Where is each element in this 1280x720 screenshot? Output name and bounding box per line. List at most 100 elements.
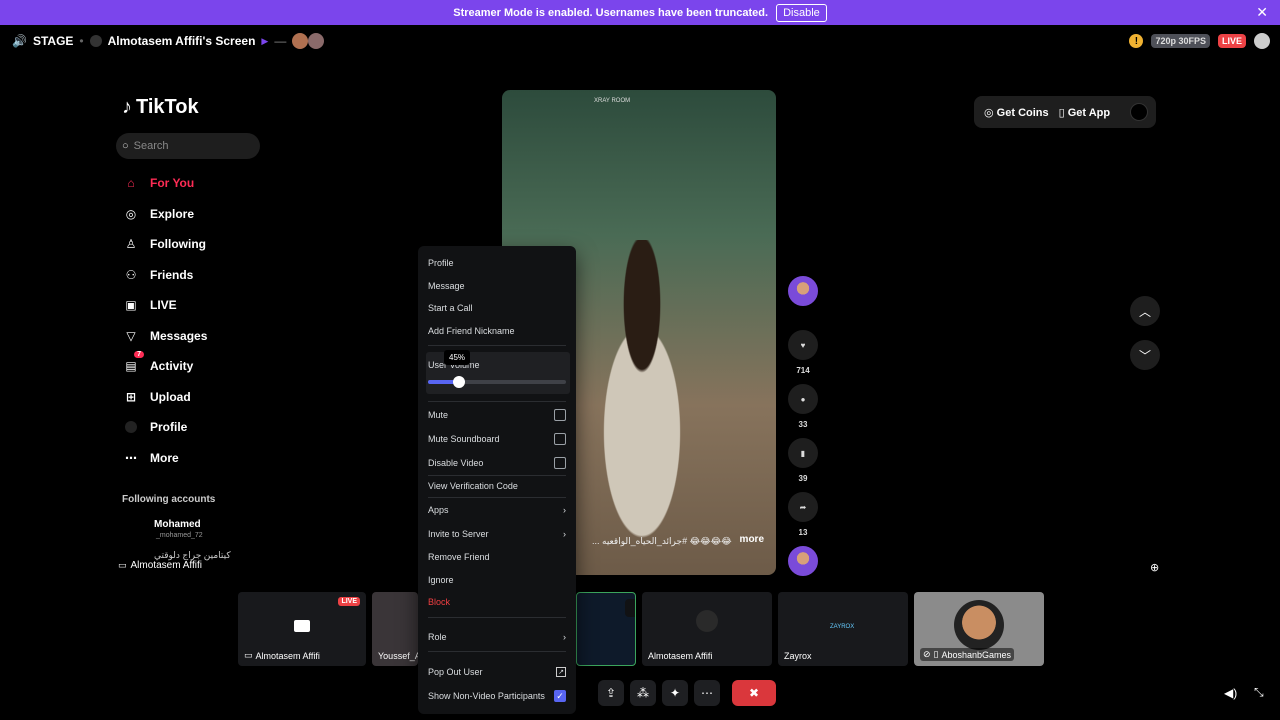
participant-name: Zayrox xyxy=(784,651,812,661)
volume-slider-handle[interactable] xyxy=(453,376,466,388)
banner-message: Streamer Mode is enabled. Usernames have… xyxy=(453,6,769,19)
menu-item-verification-code[interactable]: View Verification Code xyxy=(428,477,566,495)
participant-tile[interactable]: ⊘ ▯ AboshanbGames xyxy=(914,592,1044,666)
close-icon[interactable]: ✕ xyxy=(1256,4,1268,21)
user-follow-icon: ♙ xyxy=(125,237,137,251)
chat-icon[interactable] xyxy=(1254,33,1270,49)
share-button[interactable]: ➦ 13 xyxy=(788,492,818,537)
exit-fullscreen-icon[interactable]: ⤡ xyxy=(1254,685,1264,700)
more-dots-icon: ⋯ xyxy=(701,686,713,700)
avatar[interactable] xyxy=(292,33,309,49)
leave-call-button[interactable]: ✖ xyxy=(732,680,776,706)
save-button[interactable]: ▮ 39 xyxy=(788,438,818,483)
participant-label: ▭ Almotasem Affifi xyxy=(244,650,320,661)
nav-for-you[interactable]: ⌂ For You xyxy=(122,172,282,194)
nav-live[interactable]: ▣ LIVE xyxy=(122,294,282,316)
comment-button[interactable]: ● 33 xyxy=(788,384,818,429)
nav-friends[interactable]: ⚇ Friends xyxy=(122,264,282,286)
participant-tile[interactable]: ⌄ ⚇ xyxy=(576,592,636,666)
nav-explore[interactable]: ◎ Explore xyxy=(122,203,282,225)
stream-quality-badge: 720p 30FPS xyxy=(1151,34,1210,48)
get-coins-button[interactable]: ◎ Get Coins xyxy=(984,106,1049,119)
menu-item-invite-to-server[interactable]: Invite to Server › xyxy=(428,525,566,543)
live-tv-icon: ▣ xyxy=(125,298,137,312)
warning-icon[interactable]: ! xyxy=(1129,34,1144,48)
tiktok-logo[interactable]: ♪ TikTok xyxy=(122,96,199,119)
chevron-up-icon: ︿ xyxy=(1138,304,1151,319)
menu-item-remove-friend[interactable]: Remove Friend xyxy=(428,548,566,566)
nav-messages[interactable]: ▽ Messages xyxy=(122,325,282,347)
menu-item-mute-soundboard[interactable]: Mute Soundboard xyxy=(428,430,566,448)
creator-avatar[interactable] xyxy=(788,276,818,306)
participant-tile[interactable]: Youssef_A xyxy=(372,592,418,666)
menu-item-ignore[interactable]: Ignore xyxy=(428,571,566,589)
previous-video-button[interactable]: ︿ xyxy=(1130,296,1160,326)
menu-label: Message xyxy=(428,281,465,291)
next-video-button[interactable]: ﹀ xyxy=(1130,340,1160,370)
search-input[interactable]: ○ Search xyxy=(116,133,260,159)
menu-item-disable-video[interactable]: Disable Video xyxy=(428,454,566,472)
participant-label: ⊘ ▯ AboshanbGames xyxy=(920,648,1015,661)
show-non-video-checkbox[interactable]: ✓ xyxy=(554,690,566,702)
nav-label: Profile xyxy=(150,420,188,434)
room-sign: XRAY ROOM xyxy=(594,98,631,104)
tile-options-button[interactable]: ⌄ ⚇ xyxy=(625,599,635,617)
share-screen-button[interactable]: ⇪ xyxy=(598,680,624,706)
menu-label: Invite to Server xyxy=(428,529,489,539)
video-subject xyxy=(572,240,712,560)
phone-icon: ▯ xyxy=(933,649,939,659)
menu-item-message[interactable]: Message xyxy=(428,277,566,295)
avatar[interactable] xyxy=(1130,103,1149,121)
more-options-button[interactable]: ⋯ xyxy=(694,680,720,706)
caption-more-link[interactable]: more xyxy=(740,534,764,545)
user-volume-slider[interactable] xyxy=(428,376,566,388)
avatar xyxy=(696,610,718,632)
volume-icon[interactable]: ◀) xyxy=(1224,686,1237,700)
participant-tile[interactable]: Almotasem Affifi xyxy=(642,592,772,666)
rocket-icon: ⁂ xyxy=(637,686,649,700)
participant-tile[interactable]: ZAYROX Zayrox xyxy=(778,592,908,666)
music-disc[interactable] xyxy=(788,546,818,576)
menu-item-pop-out-user[interactable]: Pop Out User ↗ xyxy=(428,663,566,681)
like-button[interactable]: ♥ 714 xyxy=(788,330,818,375)
profile-avatar-icon xyxy=(122,418,140,436)
menu-item-profile[interactable]: Profile xyxy=(428,254,566,272)
disable-streamer-mode-button[interactable]: Disable xyxy=(776,3,827,22)
participant-name: Youssef_A xyxy=(378,651,418,661)
menu-item-add-nickname[interactable]: Add Friend Nickname xyxy=(428,322,566,340)
nav-label: Messages xyxy=(150,329,208,343)
share-count: 13 xyxy=(798,528,808,537)
avatar[interactable] xyxy=(308,33,325,49)
menu-item-apps[interactable]: Apps › xyxy=(428,501,566,519)
menu-item-show-non-video[interactable]: Show Non-Video Participants ✓ xyxy=(428,687,566,705)
volume-tooltip: 45% xyxy=(444,350,471,365)
disable-video-checkbox[interactable] xyxy=(554,457,566,469)
activities-button[interactable]: ⁂ xyxy=(630,680,656,706)
get-app-button[interactable]: ▯ Get App xyxy=(1059,106,1111,119)
nav-more[interactable]: ⋯ More xyxy=(122,447,282,469)
nav-upload[interactable]: ⊞ Upload xyxy=(122,386,282,408)
mute-soundboard-checkbox[interactable] xyxy=(554,433,566,445)
menu-item-role[interactable]: Role › xyxy=(428,628,566,646)
menu-item-mute[interactable]: Mute xyxy=(428,406,566,424)
screen-share-icon: ⇪ xyxy=(605,686,617,700)
menu-divider xyxy=(428,475,566,476)
menu-label: View Verification Code xyxy=(428,481,518,491)
get-coins-label: Get Coins xyxy=(996,106,1049,119)
menu-label: Ignore xyxy=(428,575,454,585)
participant-tile[interactable]: LIVE ▭ Almotasem Affifi xyxy=(238,592,366,666)
menu-item-start-call[interactable]: Start a Call xyxy=(428,299,566,317)
soundboard-button[interactable]: ✦ xyxy=(662,680,688,706)
nav-label: Activity xyxy=(150,359,194,373)
following-account-handle: _mohamed_72 xyxy=(156,532,203,539)
nav-activity[interactable]: ▤ 7 Activity xyxy=(122,351,282,377)
nav-profile[interactable]: Profile xyxy=(122,416,282,438)
mute-checkbox[interactable] xyxy=(554,409,566,421)
nav-following[interactable]: ♙ Following xyxy=(122,233,282,255)
following-account-name[interactable]: Mohamed xyxy=(154,519,201,530)
menu-item-block[interactable]: Block xyxy=(428,593,566,611)
streamer-mode-banner: Streamer Mode is enabled. Usernames have… xyxy=(0,0,1280,25)
like-count: 714 xyxy=(796,366,810,375)
zoom-icon[interactable]: ⊕ xyxy=(1150,561,1159,574)
menu-label: Pop Out User xyxy=(428,667,483,677)
